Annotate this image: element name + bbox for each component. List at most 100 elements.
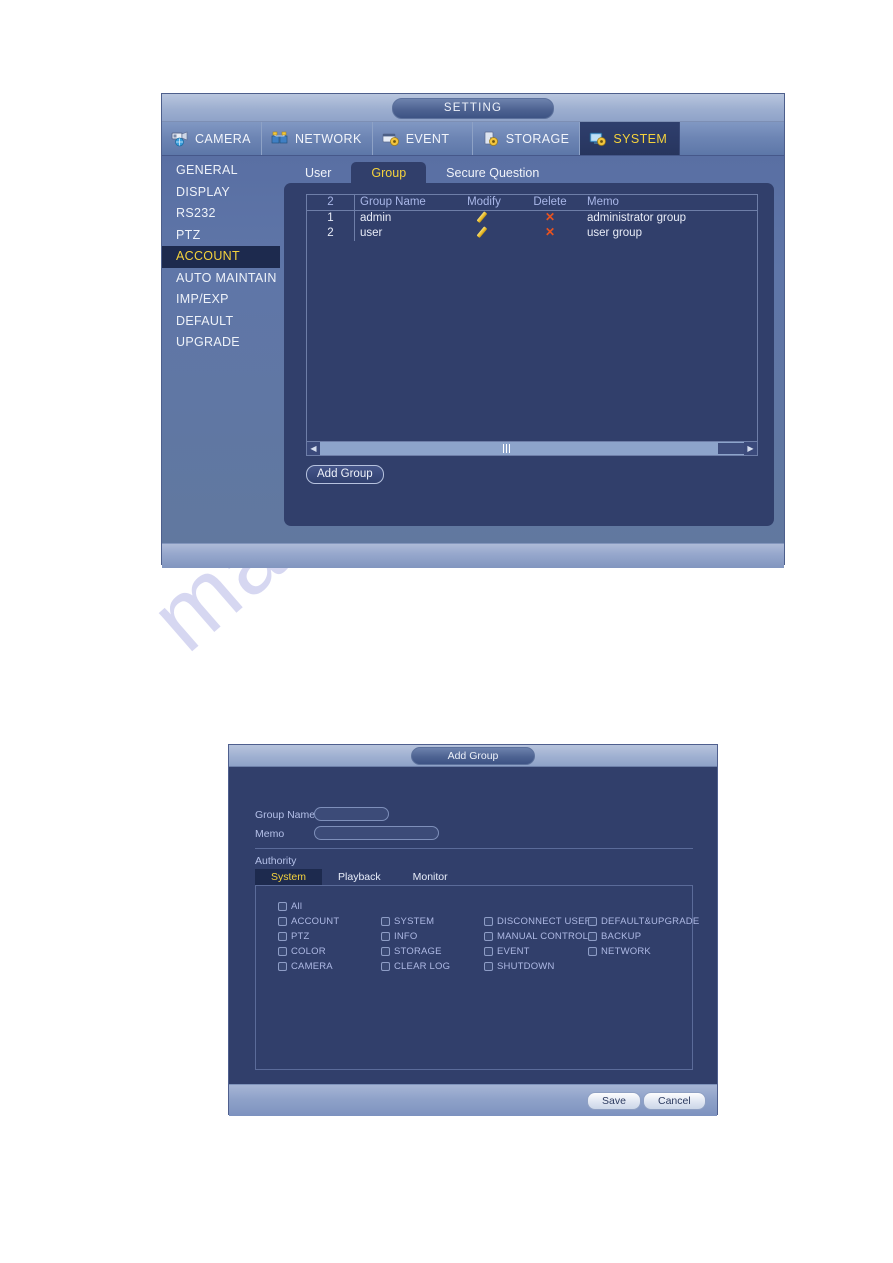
window-bottom-bar [162,543,784,568]
checkbox-disconnect-user-label: DISCONNECT USER [497,916,592,927]
checkbox-storage[interactable] [381,947,390,956]
sidebar-item-ptz[interactable]: PTZ [162,225,280,247]
checkbox-row-default-upgrade[interactable]: DEFAULT&UPGRADE [588,916,699,927]
tab-user[interactable]: User [285,162,351,184]
dialog-body: Group Name Memo Authority System Playbac… [229,767,717,1084]
cross-icon[interactable]: ✕ [545,226,555,238]
tab-system-authority[interactable]: System [255,869,323,885]
sidebar-item-imp-exp[interactable]: IMP/EXP [162,289,280,311]
checkbox-row-color[interactable]: COLOR [278,946,326,957]
modify-cell[interactable] [451,211,517,226]
dialog-footer: Save Cancel [229,1084,717,1116]
sidebar-item-upgrade[interactable]: UPGRADE [162,332,280,354]
scroll-right-icon[interactable]: ▶ [744,442,757,455]
checkbox-manual-control[interactable] [484,932,493,941]
authority-checkbox-panel: All ACCOUNT PTZ COLOR CAMERA SYSTEM INFO… [255,885,699,1070]
checkbox-info[interactable] [381,932,390,941]
checkbox-row-info[interactable]: INFO [381,931,418,942]
checkbox-color[interactable] [278,947,287,956]
cross-icon[interactable]: ✕ [545,211,555,223]
system-icon [588,130,608,147]
sidebar-item-rs232[interactable]: RS232 [162,203,280,225]
tab-secure-question[interactable]: Secure Question [426,162,559,184]
memo-input[interactable] [314,826,439,840]
row-group-name: admin [360,212,392,224]
horizontal-scrollbar[interactable]: ◀ ▶ [307,441,757,455]
tab-monitor-authority[interactable]: Monitor [397,869,464,885]
checkbox-shutdown[interactable] [484,962,493,971]
tab-event[interactable]: EVENT [372,122,473,155]
scrollbar-track[interactable] [320,442,718,455]
checkbox-network[interactable] [588,947,597,956]
checkbox-manual-control-label: MANUAL CONTROL [497,931,589,942]
checkbox-disconnect-user[interactable] [484,917,493,926]
authority-label: Authority [255,855,297,867]
checkbox-row-system[interactable]: SYSTEM [381,916,434,927]
pencil-icon[interactable] [479,226,490,237]
add-group-dialog: Add Group Group Name Memo Authority Syst… [228,744,718,1116]
checkbox-row-backup[interactable]: BACKUP [588,931,641,942]
checkbox-account[interactable] [278,917,287,926]
checkbox-row-account[interactable]: ACCOUNT [278,916,339,927]
checkbox-clear-log[interactable] [381,962,390,971]
checkbox-row-network[interactable]: NETWORK [588,946,651,957]
checkbox-row-camera[interactable]: CAMERA [278,961,333,972]
checkbox-clear-log-label: CLEAR LOG [394,961,451,972]
checkbox-row-ptz[interactable]: PTZ [278,931,310,942]
tab-network[interactable]: NETWORK [262,122,373,155]
checkbox-event[interactable] [484,947,493,956]
tab-system[interactable]: SYSTEM [580,122,681,155]
group-name-input[interactable] [314,807,389,821]
pencil-icon[interactable] [479,211,490,222]
authority-tab-bar: System Playback Monitor [255,869,464,885]
tab-storage[interactable]: STORAGE [472,122,581,155]
checkbox-system[interactable] [381,917,390,926]
sidebar-item-general[interactable]: GENERAL [162,160,280,182]
row-memo: administrator group [587,212,687,224]
checkbox-row-clear-log[interactable]: CLEAR LOG [381,961,450,972]
checkbox-all[interactable] [278,902,287,911]
checkbox-row-event[interactable]: EVENT [484,946,530,957]
group-table: 2 Group Name Modify Delete Memo 1 admin … [306,194,758,456]
checkbox-row-storage[interactable]: STORAGE [381,946,442,957]
tab-group[interactable]: Group [351,162,427,184]
network-icon [270,130,290,147]
sidebar-item-display[interactable]: DISPLAY [162,182,280,204]
modify-cell[interactable] [451,226,517,241]
scrollbar-thumb-grip[interactable] [503,444,511,453]
save-button[interactable]: Save [587,1092,641,1110]
table-row[interactable]: 1 admin ✕ administrator group [307,211,757,226]
scroll-left-icon[interactable]: ◀ [307,442,320,455]
delete-cell[interactable]: ✕ [517,211,583,226]
group-name-label: Group Name [255,809,316,821]
table-row[interactable]: 2 user ✕ user group [307,226,757,241]
sidebar-item-default[interactable]: DEFAULT [162,311,280,333]
row-index: 1 [307,211,355,226]
checkbox-row-disconnect-user[interactable]: DISCONNECT USER [484,916,592,927]
camera-icon [170,130,190,147]
checkbox-default-upgrade-label: DEFAULT&UPGRADE [601,916,700,927]
sub-tab-bar: User Group Secure Question [285,160,559,184]
add-group-button[interactable]: Add Group [306,465,384,484]
checkbox-default-upgrade[interactable] [588,917,597,926]
checkbox-ptz[interactable] [278,932,287,941]
column-header-count: 2 [307,195,355,210]
cancel-button[interactable]: Cancel [643,1092,706,1110]
delete-cell[interactable]: ✕ [517,226,583,241]
checkbox-system-label: SYSTEM [394,916,435,927]
table-header-row: 2 Group Name Modify Delete Memo [307,195,757,211]
checkbox-camera[interactable] [278,962,287,971]
sidebar-item-account[interactable]: ACCOUNT [162,246,280,268]
checkbox-row-all[interactable]: All [278,901,302,912]
checkbox-row-manual-control[interactable]: MANUAL CONTROL [484,931,588,942]
top-tab-strip: CAMERA NETWORK EVENT STORAGE SYSTEM [162,122,784,156]
row-group-name: user [360,227,383,239]
event-icon [381,130,401,147]
checkbox-row-shutdown[interactable]: SHUTDOWN [484,961,555,972]
sidebar-item-auto-maintain[interactable]: AUTO MAINTAIN [162,268,280,290]
checkbox-backup[interactable] [588,932,597,941]
checkbox-account-label: ACCOUNT [291,916,340,927]
tab-playback-authority[interactable]: Playback [322,869,397,885]
column-header-memo: Memo [587,196,619,208]
tab-camera[interactable]: CAMERA [162,122,262,155]
